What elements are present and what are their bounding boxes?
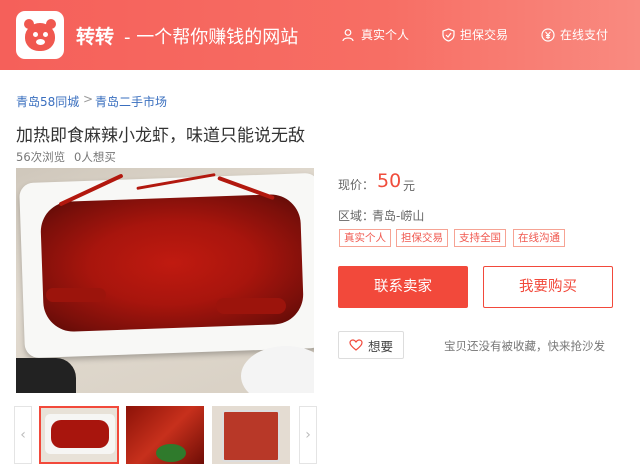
crayfish-claw bbox=[216, 298, 286, 314]
product-main-image[interactable] bbox=[16, 168, 314, 393]
logo-face bbox=[25, 23, 55, 51]
contact-seller-button[interactable]: 联系卖家 bbox=[338, 266, 468, 308]
thumb-greens bbox=[156, 444, 186, 462]
logo-eye bbox=[43, 32, 48, 37]
breadcrumb-city[interactable]: 青岛58同城 bbox=[16, 93, 79, 110]
tag-online-chat: 在线沟通 bbox=[513, 229, 565, 247]
buy-now-button[interactable]: 我要购买 bbox=[483, 266, 613, 308]
favorite-note: 宝贝还没有被收藏，快来抢沙发 bbox=[444, 339, 605, 353]
price-unit: 元 bbox=[403, 179, 416, 193]
view-count: 56次浏览 bbox=[16, 150, 66, 164]
table-shadow bbox=[16, 358, 76, 393]
area-value: 青岛-崂山 bbox=[372, 209, 425, 223]
brand-slogan: - 一个帮你赚钱的网站 bbox=[124, 27, 299, 48]
tag-nationwide: 支持全国 bbox=[454, 229, 506, 247]
thumb-next-button[interactable]: › bbox=[299, 406, 317, 464]
logo-eye bbox=[33, 32, 38, 37]
want-label: 想要 bbox=[367, 338, 393, 354]
price-label: 现价： bbox=[338, 178, 375, 192]
side-saucer bbox=[241, 346, 314, 393]
want-count: 0人想买 bbox=[74, 150, 116, 164]
breadcrumb-market[interactable]: 青岛二手市场 bbox=[95, 93, 167, 110]
feature-online-pay: 在线支付 bbox=[541, 26, 608, 43]
feature-label: 真实个人 bbox=[361, 28, 410, 42]
feature-label: 在线支付 bbox=[560, 28, 609, 42]
listing-title: 加热即食麻辣小龙虾，味道只能说无敌 bbox=[16, 126, 305, 146]
site-header: 转转 - 一个帮你赚钱的网站 真实个人 担保交易 在线支付 bbox=[0, 0, 640, 70]
feature-guarantee: 担保交易 bbox=[442, 26, 508, 43]
feature-label: 担保交易 bbox=[460, 28, 509, 42]
tag-guarantee: 担保交易 bbox=[396, 229, 448, 247]
thumb-food bbox=[51, 420, 109, 448]
crayfish-claw bbox=[46, 288, 106, 302]
zhuanzhuan-logo[interactable] bbox=[16, 11, 64, 59]
price-value: 50 bbox=[377, 170, 402, 192]
tag-real-person: 真实个人 bbox=[339, 229, 391, 247]
thumbnail-2[interactable] bbox=[126, 406, 204, 464]
want-button[interactable]: 想要 bbox=[338, 331, 404, 359]
thumbnail-1[interactable] bbox=[39, 406, 119, 464]
thumb-prev-button[interactable]: ‹ bbox=[14, 406, 32, 464]
feature-real-person: 真实个人 bbox=[342, 26, 409, 43]
yen-icon bbox=[541, 27, 555, 42]
thumb-box bbox=[222, 410, 280, 462]
thumbnail-3[interactable] bbox=[212, 406, 290, 464]
breadcrumb-separator: > bbox=[83, 92, 94, 106]
logo-nose bbox=[36, 39, 45, 45]
brand-name[interactable]: 转转 bbox=[76, 22, 114, 49]
shield-icon bbox=[442, 27, 455, 42]
area-label: 区域： bbox=[338, 209, 375, 223]
heart-icon bbox=[349, 339, 363, 351]
user-verify-icon bbox=[342, 28, 354, 41]
